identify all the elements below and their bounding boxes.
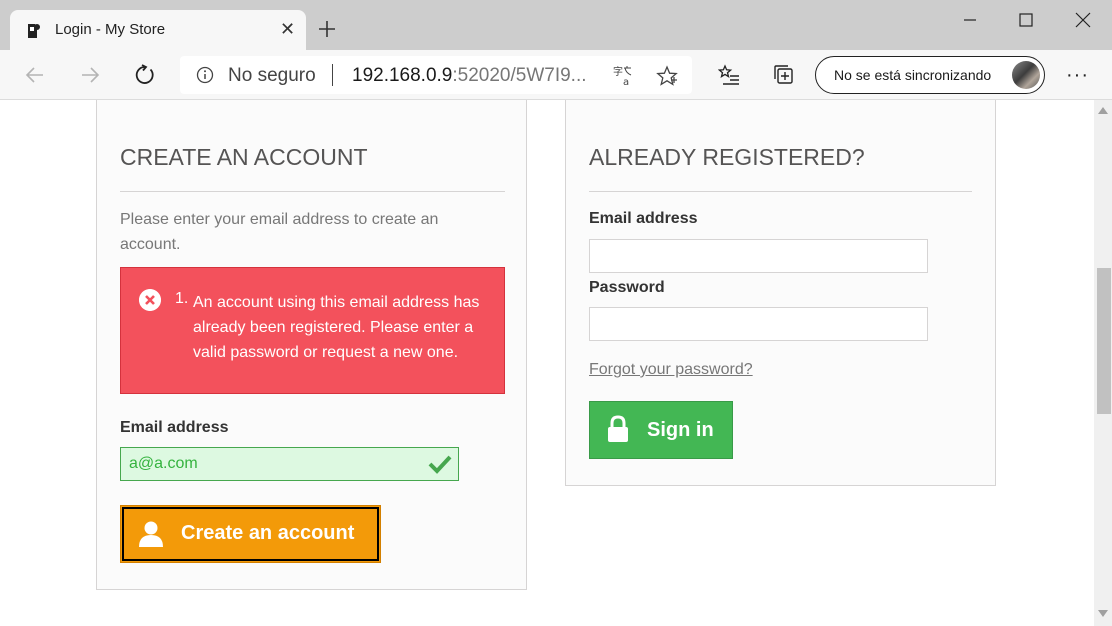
favorite-star-icon[interactable] <box>656 65 678 87</box>
more-menu-icon[interactable]: ··· <box>1066 64 1089 87</box>
tab-title: Login - My Store <box>55 21 166 38</box>
profile-avatar <box>1012 61 1040 89</box>
back-arrow-icon[interactable] <box>24 64 46 86</box>
info-icon[interactable] <box>196 66 214 84</box>
profile-sync-button[interactable]: No se está sincronizando <box>815 56 1045 94</box>
create-account-button-label: Create an account <box>181 522 355 544</box>
heading-divider <box>120 191 505 192</box>
sign-in-button-label: Sign in <box>647 419 714 441</box>
svg-text:字: 字 <box>613 65 623 78</box>
url-path: :52020/5W7I9... <box>452 65 587 86</box>
page-scrollbar[interactable] <box>1094 100 1112 626</box>
url-text[interactable]: 192.168.0.9:52020/5W7I9... <box>352 65 587 87</box>
address-separator <box>332 64 333 86</box>
scrollbar-thumb[interactable] <box>1097 268 1111 414</box>
insecure-label: No seguro <box>228 65 316 86</box>
scroll-down-icon[interactable] <box>1098 610 1108 618</box>
user-icon <box>139 521 163 547</box>
translate-icon[interactable]: 字 a <box>612 65 634 87</box>
heading-divider <box>589 191 972 192</box>
valid-check-icon <box>428 455 452 474</box>
maximize-icon[interactable] <box>1016 10 1036 30</box>
login-email-label: Email address <box>589 210 698 227</box>
favorites-list-icon[interactable] <box>718 64 740 86</box>
sign-in-button[interactable]: Sign in <box>589 401 733 459</box>
create-email-label: Email address <box>120 419 229 436</box>
error-number: 1. <box>175 290 189 307</box>
error-message: An account using this email address has … <box>193 294 480 361</box>
create-account-intro: Please enter your email address to creat… <box>120 211 439 253</box>
tab-strip: Login - My Store ✕ <box>0 0 1112 50</box>
tab-close-icon[interactable]: ✕ <box>280 19 295 39</box>
create-email-input[interactable]: a@a.com <box>120 447 459 481</box>
browser-toolbar: No seguro 192.168.0.9:52020/5W7I9... 字 a… <box>0 50 1112 100</box>
sync-status-label: No se está sincronizando <box>834 67 992 83</box>
login-heading: ALREADY REGISTERED? <box>589 144 865 170</box>
minimize-icon[interactable] <box>960 10 980 30</box>
browser-tab[interactable]: Login - My Store ✕ <box>10 10 306 50</box>
window-close-icon[interactable] <box>1073 10 1093 30</box>
password-input[interactable] <box>589 307 928 341</box>
refresh-icon[interactable] <box>134 64 156 86</box>
forward-arrow-icon[interactable] <box>79 64 101 86</box>
page-viewport: CREATE AN ACCOUNT Please enter your emai… <box>0 100 1112 626</box>
error-icon <box>139 289 161 311</box>
store-favicon-icon <box>28 24 40 38</box>
new-tab-icon[interactable] <box>316 18 338 40</box>
lock-icon <box>608 415 628 442</box>
login-email-input[interactable] <box>589 239 928 273</box>
collections-icon[interactable] <box>773 64 795 86</box>
create-account-button[interactable]: Create an account <box>120 505 381 563</box>
browser-window: Login - My Store ✕ No seguro 192.168.0.9… <box>0 0 1112 626</box>
scroll-up-icon[interactable] <box>1098 106 1108 114</box>
password-label: Password <box>589 279 665 296</box>
error-alert: 1. An account using this email address h… <box>120 267 505 394</box>
svg-text:a: a <box>623 77 629 87</box>
url-host: 192.168.0.9 <box>352 65 453 86</box>
create-account-form: CREATE AN ACCOUNT Please enter your emai… <box>96 100 527 590</box>
forgot-password-link[interactable]: Forgot your password? <box>589 361 753 379</box>
address-bar[interactable]: No seguro 192.168.0.9:52020/5W7I9... 字 a <box>180 56 692 94</box>
login-form: ALREADY REGISTERED? Email address Passwo… <box>565 100 996 486</box>
create-email-value: a@a.com <box>129 455 198 472</box>
create-account-heading: CREATE AN ACCOUNT <box>120 144 368 170</box>
